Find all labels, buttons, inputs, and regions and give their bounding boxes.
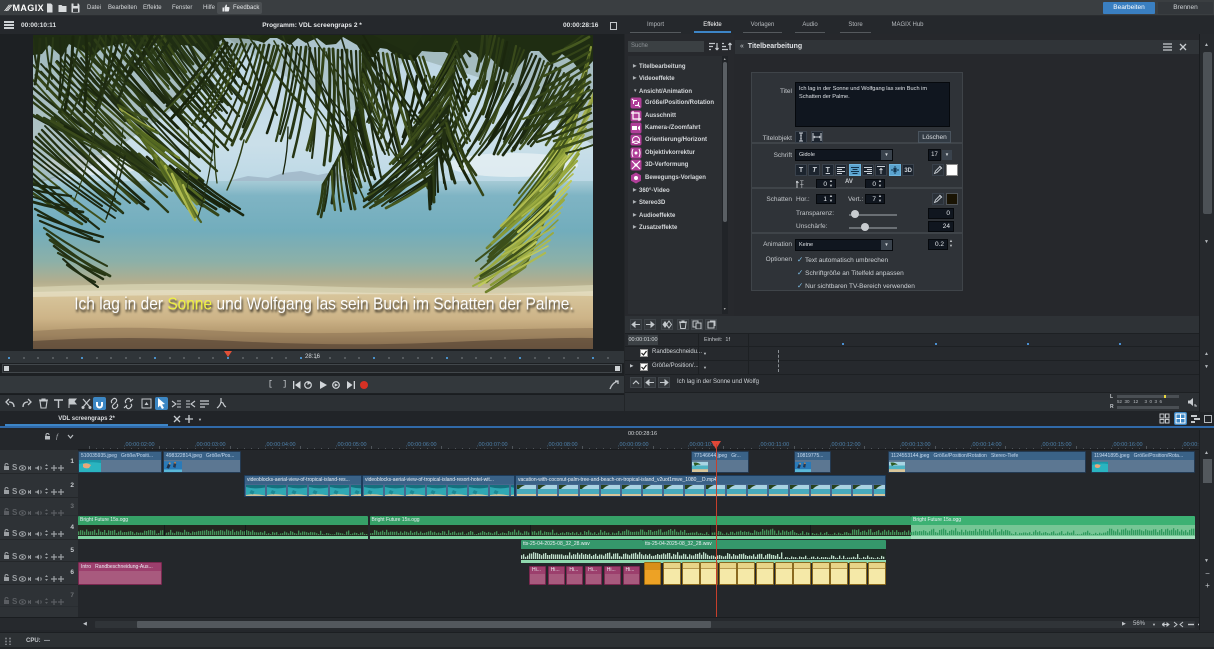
svg-text:S: S <box>12 508 18 516</box>
svg-text:S: S <box>12 597 18 605</box>
svg-text:S: S <box>12 552 18 560</box>
svg-text:S: S <box>12 487 18 495</box>
svg-text:S: S <box>12 529 18 537</box>
svg-text:S: S <box>12 463 18 471</box>
svg-text:S: S <box>12 574 18 582</box>
svg-text:f: f <box>56 433 59 440</box>
